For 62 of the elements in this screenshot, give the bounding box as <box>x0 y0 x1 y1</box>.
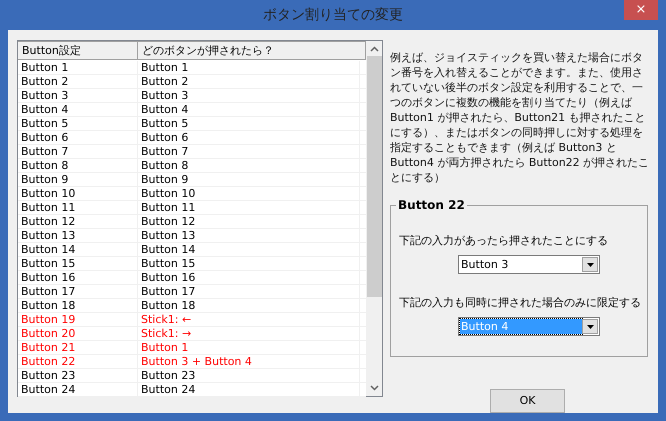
field-label: 下記の入力も同時に押された場合のみに限定する <box>399 296 642 310</box>
table-cell: Button 13 <box>138 229 360 242</box>
table-cell: Button 1 <box>138 61 360 74</box>
scroll-up-icon[interactable] <box>370 46 378 52</box>
table-cell: Button 18 <box>18 299 138 312</box>
column-header[interactable]: Button設定 <box>18 41 138 60</box>
table-cell: Button 9 <box>138 173 360 186</box>
table-cell: Button 7 <box>138 145 360 158</box>
table-cell: Button 23 <box>18 369 138 382</box>
table-cell: Button 22 <box>18 355 138 368</box>
table-cell: Button 17 <box>18 285 138 298</box>
table-cell: Button 3 <box>18 89 138 102</box>
scrollbar-thumb[interactable] <box>366 56 382 297</box>
table-cell: Button 15 <box>18 257 138 270</box>
table-cell: Button 3 <box>138 89 360 102</box>
dropdown-arrow-icon <box>586 262 594 266</box>
window-title: ボタン割り当ての変更 <box>263 6 403 24</box>
table-cell: Button 6 <box>18 131 138 144</box>
table-cell: Button 24 <box>18 383 138 396</box>
table-cell: Button 5 <box>18 117 138 130</box>
table-cell: Button 14 <box>138 243 360 256</box>
table-cell: Button 1 <box>138 341 360 354</box>
table-cell: Button 2 <box>18 75 138 88</box>
table-cell: Button 12 <box>138 215 360 228</box>
table-cell: Button 7 <box>18 145 138 158</box>
table-cell: Button 10 <box>138 187 360 200</box>
table-cell: Button 4 <box>138 103 360 116</box>
table-cell: Button 5 <box>138 117 360 130</box>
table-cell: Button 24 <box>138 383 360 396</box>
table-cell: Button 2 <box>138 75 360 88</box>
table-cell: Button 18 <box>138 299 360 312</box>
table-cell: Button 10 <box>18 187 138 200</box>
field-label: 下記の入力があったら押されたことにする <box>399 234 609 248</box>
table-cell: Button 21 <box>18 341 138 354</box>
table-cell: Button 23 <box>138 369 360 382</box>
table-cell: Button 16 <box>18 271 138 284</box>
dropdown-arrow-icon <box>586 324 594 328</box>
table-cell: Button 20 <box>18 327 138 340</box>
scroll-down-icon[interactable] <box>370 385 378 391</box>
close-button[interactable]: × <box>624 0 658 20</box>
table-cell: Button 15 <box>138 257 360 270</box>
table-cell: Button 9 <box>18 173 138 186</box>
table-cell: Button 1 <box>18 61 138 74</box>
table-cell: Stick1: → <box>138 327 360 340</box>
table-cell: Button 3 + Button 4 <box>138 355 360 368</box>
table-cell: Button 6 <box>138 131 360 144</box>
ok-button[interactable]: OK <box>490 389 565 413</box>
table-cell: Stick1: ← <box>138 313 360 326</box>
table-cell: Button 13 <box>18 229 138 242</box>
table-cell: Button 19 <box>18 313 138 326</box>
column-header[interactable]: どのボタンが押されたら？ <box>138 41 366 60</box>
table-cell: Button 4 <box>18 103 138 116</box>
table-cell: Button 14 <box>18 243 138 256</box>
table-cell: Button 16 <box>138 271 360 284</box>
table-cell: Button 12 <box>18 215 138 228</box>
table-cell: Button 17 <box>138 285 360 298</box>
dropdown[interactable]: Button 3 <box>458 255 600 274</box>
table-cell: Button 8 <box>138 159 360 172</box>
table-cell: Button 8 <box>18 159 138 172</box>
description-text: 例えば、ジョイスティックを買い替えた場合にボタン番号を入れ替えることができます。また、使用されていない後半のボタン設定を利用することで、一つのボタンに複数の機能を割り当てたり（例えば Button1 が押されたら、Button21 も押されたことにする）、またはボタンの同時押しに対する処理を指定することもできます（例えば Button3 と Button4 が両方押されたら Button22 が押されたことにする） <box>390 50 650 185</box>
table-cell: Button 11 <box>18 201 138 214</box>
table-cell: Button 11 <box>138 201 360 214</box>
